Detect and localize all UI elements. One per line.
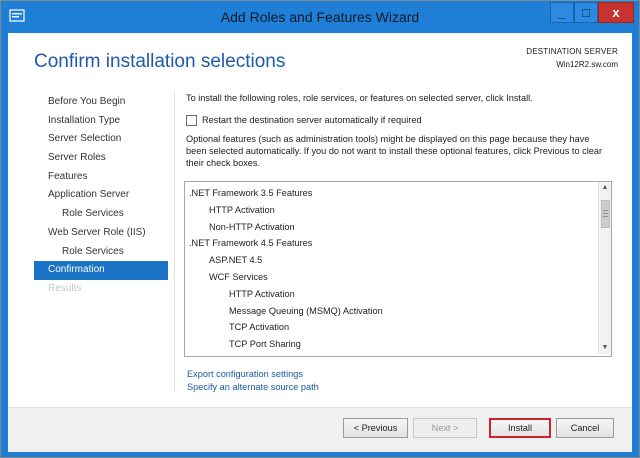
destination-server-label: DESTINATION SERVER <box>526 47 618 56</box>
optional-features-note: Optional features (such as administratio… <box>186 134 603 168</box>
list-item: Message Queuing (MSMQ) Activation <box>229 305 383 316</box>
scroll-thumb[interactable] <box>601 200 610 228</box>
nav-item-web-role-services[interactable]: Role Services <box>34 243 168 262</box>
nav-item-app-role-services[interactable]: Role Services <box>34 205 168 224</box>
export-configuration-link[interactable]: Export configuration settings <box>187 369 303 379</box>
list-item: HTTP Activation <box>229 288 295 299</box>
nav-item-application-server[interactable]: Application Server <box>34 186 168 205</box>
feature-list-scrollbar[interactable]: ▲ ▼ <box>598 182 611 354</box>
close-button[interactable]: x <box>598 2 634 23</box>
minimize-button[interactable]: _ <box>550 2 574 23</box>
nav-item-confirmation[interactable]: Confirmation <box>34 261 168 280</box>
cancel-button[interactable]: Cancel <box>556 418 614 438</box>
destination-server-name: Win12R2.sw.com <box>556 60 618 69</box>
wizard-footer: < Previous Next > Install Cancel <box>8 407 632 452</box>
list-item: TCP Port Sharing <box>229 339 301 350</box>
wizard-window: Add Roles and Features Wizard _ □ x Conf… <box>0 0 640 458</box>
scroll-down-icon[interactable]: ▼ <box>599 342 611 354</box>
install-button[interactable]: Install <box>489 418 551 438</box>
alternate-source-link[interactable]: Specify an alternate source path <box>187 382 319 392</box>
feature-list[interactable]: .NET Framework 3.5 Features HTTP Activat… <box>184 181 612 357</box>
page-title: Confirm installation selections <box>34 51 286 72</box>
title-bar[interactable]: Add Roles and Features Wizard _ □ x <box>1 1 639 33</box>
grip-line <box>603 216 608 217</box>
nav-item-server-selection[interactable]: Server Selection <box>34 130 168 149</box>
nav-item-server-roles[interactable]: Server Roles <box>34 149 168 168</box>
restart-checkbox-label[interactable]: Restart the destination server automatic… <box>202 115 422 125</box>
list-item: .NET Framework 3.5 Features <box>189 188 313 198</box>
nav-item-web-server-role[interactable]: Web Server Role (IIS) <box>34 224 168 243</box>
wizard-nav: Before You Begin Installation Type Serve… <box>34 93 168 299</box>
nav-item-installation-type[interactable]: Installation Type <box>34 112 168 131</box>
nav-item-results: Results <box>48 282 82 294</box>
nav-item-features[interactable]: Features <box>34 168 168 187</box>
list-item: Non-HTTP Activation <box>209 221 295 232</box>
window-title: Add Roles and Features Wizard <box>220 9 420 25</box>
list-item: HTTP Activation <box>209 204 275 215</box>
wizard-client-area: Confirm installation selections DESTINAT… <box>8 33 632 452</box>
intro-text: To install the following roles, role ser… <box>186 93 533 103</box>
next-button: Next > <box>413 418 477 438</box>
nav-divider <box>174 91 175 391</box>
list-item: WCF Services <box>209 271 268 282</box>
maximize-button[interactable]: □ <box>574 2 598 23</box>
list-item: .NET Framework 4.5 Features <box>189 238 313 249</box>
previous-button[interactable]: < Previous <box>343 418 408 438</box>
grip-line <box>603 213 608 214</box>
grip-line <box>603 210 608 211</box>
feature-list-items: .NET Framework 3.5 Features HTTP Activat… <box>189 185 383 353</box>
nav-item-before-you-begin[interactable]: Before You Begin <box>34 93 168 112</box>
list-item: TCP Activation <box>229 322 290 333</box>
scroll-up-icon[interactable]: ▲ <box>599 182 611 194</box>
restart-checkbox[interactable] <box>186 115 197 126</box>
list-item: ASP.NET 4.5 <box>209 255 263 266</box>
